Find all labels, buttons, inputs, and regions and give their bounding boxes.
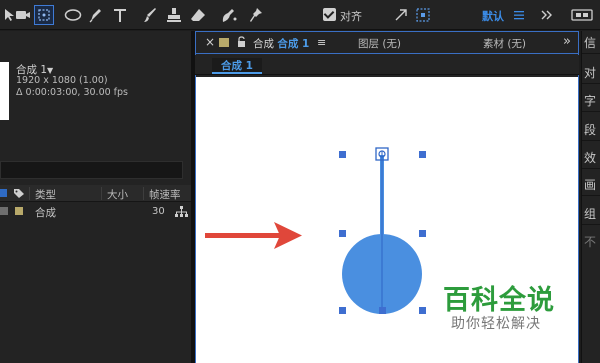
rail-divider xyxy=(582,140,600,141)
eraser-icon[interactable] xyxy=(188,5,208,25)
lock-icon[interactable] xyxy=(237,36,246,51)
roto-brush-icon[interactable] xyxy=(218,5,240,25)
column-fps[interactable]: 帧速率 xyxy=(149,187,181,202)
item-fps: 30 xyxy=(152,206,165,217)
item-type: 合成 xyxy=(35,207,56,219)
rail-item-opacity[interactable]: 不 xyxy=(584,233,600,269)
workspace-default-label[interactable]: 默认 xyxy=(482,8,504,24)
tab-comp-label[interactable]: 合成 合成 1 xyxy=(253,36,309,51)
table-row[interactable]: 合成 30 xyxy=(0,203,191,220)
tag-icon[interactable] xyxy=(13,188,25,202)
rail-divider xyxy=(582,168,600,169)
watermark-title: 百科全说 xyxy=(443,285,555,316)
tab-footage[interactable]: 素材 (无) xyxy=(483,36,526,51)
dropdown-triangle-icon: ▼ xyxy=(47,66,54,75)
panel-overflow-icon[interactable]: » xyxy=(563,34,571,49)
column-divider xyxy=(101,187,102,200)
transform-handle[interactable] xyxy=(419,307,426,314)
toolbar: 对齐 默认 xyxy=(0,0,600,30)
comp-color-swatch xyxy=(219,38,229,47)
snap-grid-icon[interactable] xyxy=(414,5,432,25)
shape-layer[interactable] xyxy=(342,147,422,314)
tab-layer[interactable]: 图层 (无) xyxy=(358,36,401,51)
column-divider xyxy=(143,187,144,200)
transform-handle[interactable] xyxy=(339,230,346,237)
pen-icon[interactable] xyxy=(86,5,106,25)
expand-arrow-icon[interactable] xyxy=(392,5,410,25)
tab-comp-name: 合成 1 xyxy=(277,38,310,50)
tab-underline xyxy=(196,53,578,54)
rail-divider xyxy=(582,195,600,196)
transform-handle[interactable] xyxy=(419,151,426,158)
column-type[interactable]: 类型 xyxy=(35,187,56,202)
comp-resolution: 1920 x 1080 (1.00) xyxy=(16,75,108,86)
column-size[interactable]: 大小 xyxy=(107,187,128,202)
transform-handle[interactable] xyxy=(379,307,386,314)
label-column-icon[interactable] xyxy=(0,189,7,197)
align-checkbox[interactable] xyxy=(323,8,336,21)
workspace-menu-icon[interactable] xyxy=(512,5,526,25)
rail-divider xyxy=(582,111,600,112)
label-color-swatch[interactable] xyxy=(15,207,23,215)
ellipse-icon[interactable] xyxy=(62,5,84,25)
transform-handle[interactable] xyxy=(339,151,346,158)
transform-handle[interactable] xyxy=(339,307,346,314)
overflow-icon[interactable] xyxy=(540,5,554,25)
transform-handle[interactable] xyxy=(419,230,426,237)
row-selection-marker xyxy=(0,207,8,215)
close-icon[interactable]: × xyxy=(205,35,215,49)
align-label: 对齐 xyxy=(340,10,362,23)
camera-icon[interactable] xyxy=(14,5,32,25)
watermark-subtitle: 助你轻松解决 xyxy=(451,316,541,332)
rail-divider xyxy=(582,224,600,225)
rail-divider xyxy=(582,53,600,54)
red-arrow-icon xyxy=(205,222,302,249)
search-help-icon[interactable] xyxy=(570,5,594,25)
right-panel-rail: 信 对 字 段 效 画 组 不 xyxy=(581,31,600,363)
clone-stamp-icon[interactable] xyxy=(164,5,184,25)
comp-duration: Δ 0:00:03:00, 30.00 fps xyxy=(16,87,129,98)
comp-thumbnail xyxy=(0,62,9,120)
comp-tab-bar: × 合成 合成 1 ≡ 图层 (无) 素材 (无) » xyxy=(195,33,579,53)
brush-icon[interactable] xyxy=(140,5,160,25)
puppet-pin-icon[interactable] xyxy=(246,5,266,25)
rail-divider xyxy=(582,83,600,84)
text-icon[interactable] xyxy=(110,5,130,25)
comp-breadcrumb-tab[interactable]: 合成 1 xyxy=(212,58,262,74)
pan-behind-icon[interactable] xyxy=(34,5,54,25)
project-search-input[interactable] xyxy=(0,161,183,179)
column-divider xyxy=(29,187,30,200)
hierarchy-icon[interactable] xyxy=(175,206,188,221)
tab-menu-icon[interactable]: ≡ xyxy=(317,36,326,49)
tab-comp-prefix: 合成 xyxy=(253,38,274,50)
project-column-header: 类型 大小 帧速率 xyxy=(0,185,191,202)
